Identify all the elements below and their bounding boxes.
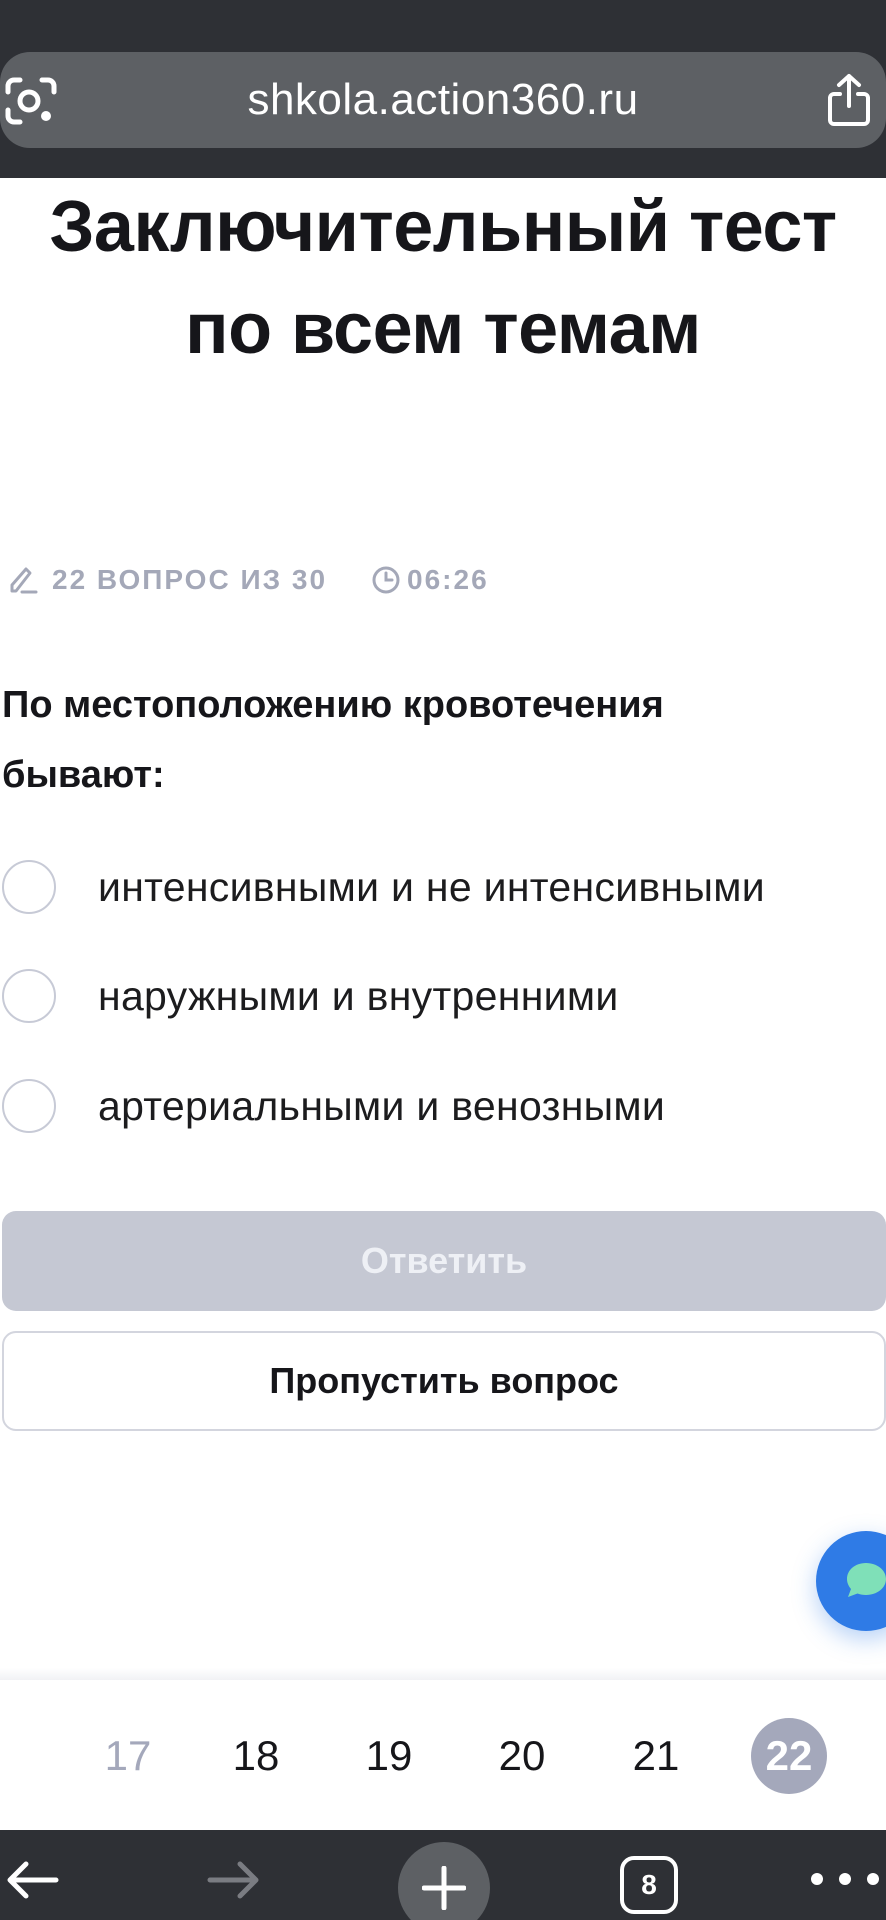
page-17[interactable]: 17 [90, 1718, 166, 1794]
tabs-count-button[interactable]: 8 [620, 1856, 678, 1914]
answer-option-label[interactable]: артериальными и венозными [98, 1083, 665, 1130]
answer-option-label[interactable]: интенсивными и не интенсивными [98, 864, 765, 911]
page-21[interactable]: 21 [618, 1718, 694, 1794]
question-meta: 22 ВОПРОС ИЗ 30 06:26 [8, 560, 489, 600]
timer: 06:26 [407, 564, 489, 595]
page-title: Заключительный тест по всем темам [0, 176, 886, 380]
browser-top-bar: shkola.action360.ru [0, 0, 886, 178]
page-20[interactable]: 20 [484, 1718, 560, 1794]
answer-option-1[interactable]: интенсивными и не интенсивными [0, 852, 886, 922]
page-18[interactable]: 18 [218, 1718, 294, 1794]
question-text: По местоположению кровотечения бывают: [2, 670, 862, 810]
page-22-current[interactable]: 22 [751, 1718, 827, 1794]
question-line-2: бывают: [2, 754, 165, 796]
radio-button[interactable] [2, 860, 56, 914]
clock-icon [371, 565, 401, 595]
url-bar[interactable]: shkola.action360.ru [0, 52, 886, 148]
arrow-left-icon[interactable] [4, 1860, 60, 1905]
plus-icon [422, 1866, 466, 1910]
skip-question-button[interactable]: Пропустить вопрос [2, 1331, 886, 1431]
radio-button[interactable] [2, 969, 56, 1023]
answer-button[interactable]: Ответить [2, 1211, 886, 1311]
page-19[interactable]: 19 [351, 1718, 427, 1794]
share-icon[interactable] [826, 72, 872, 128]
question-line-1: По местоположению кровотечения [2, 684, 664, 726]
radio-button[interactable] [2, 1079, 56, 1133]
page: shkola.action360.ru Заключительный тест … [0, 0, 886, 1920]
pager-divider [0, 1668, 886, 1680]
answer-option-3[interactable]: артериальными и венозными [0, 1071, 886, 1141]
answer-option-2[interactable]: наружными и внутренними [0, 961, 886, 1031]
title-line-1: Заключительный тест [49, 187, 837, 267]
new-tab-button[interactable] [398, 1842, 490, 1920]
question-pager: 17 18 19 20 21 22 [0, 1680, 886, 1830]
answer-option-label[interactable]: наружными и внутренними [98, 973, 619, 1020]
url-text[interactable]: shkola.action360.ru [0, 52, 886, 148]
arrow-right-icon[interactable] [206, 1860, 262, 1905]
browser-bottom-bar: 8 [0, 1830, 886, 1920]
question-progress: 22 ВОПРОС ИЗ 30 [52, 564, 328, 595]
chat-button[interactable] [816, 1531, 886, 1631]
title-line-2: по всем темам [185, 289, 701, 369]
pencil-icon [8, 565, 38, 595]
chat-icon [847, 1563, 886, 1597]
more-icon[interactable] [810, 1872, 880, 1891]
